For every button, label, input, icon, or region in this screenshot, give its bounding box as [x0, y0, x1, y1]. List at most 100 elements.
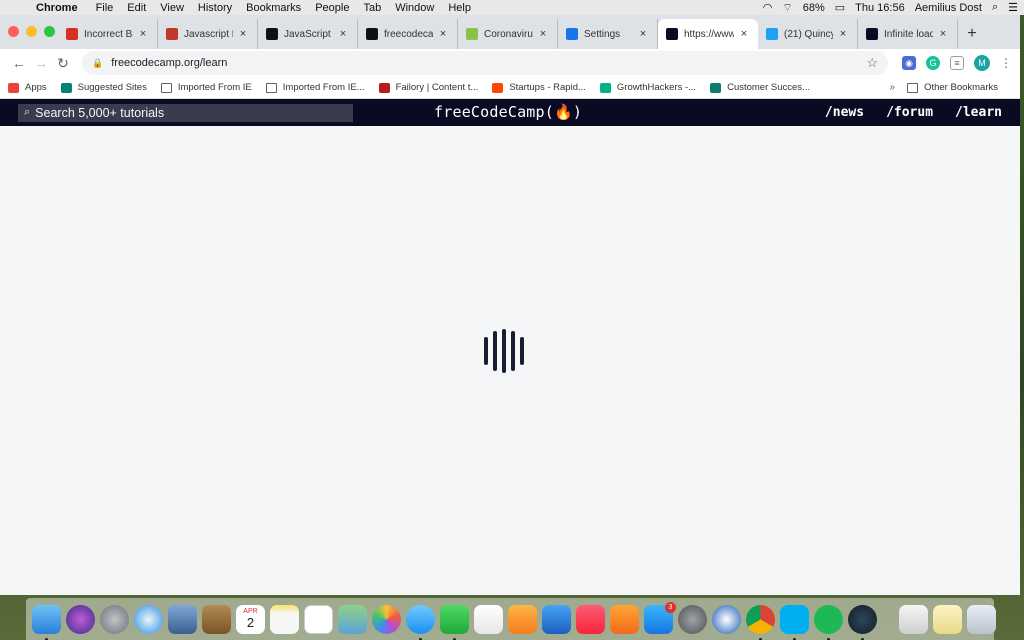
chevron-right-icon[interactable]: » — [890, 82, 896, 93]
clock[interactable]: Thu 16:56 — [855, 2, 905, 14]
bookmark-item[interactable]: Apps — [8, 82, 47, 93]
back-button[interactable]: ← — [8, 55, 30, 71]
browser-tab[interactable]: JavaScript Ea × — [258, 19, 358, 49]
app-store-icon[interactable]: 3 — [644, 601, 676, 634]
w-icon — [466, 28, 478, 40]
bookmark-item[interactable]: Failory | Content t... — [378, 82, 478, 93]
browser-tab[interactable]: (21) Quincy L × — [758, 19, 858, 49]
close-tab-icon[interactable]: × — [437, 28, 449, 40]
battery-percent[interactable]: 68% — [803, 2, 825, 14]
pages-icon[interactable] — [508, 604, 537, 634]
bookmark-label: Imported From IE — [177, 82, 252, 93]
photos-icon[interactable] — [372, 604, 401, 634]
launchpad-icon[interactable] — [100, 604, 129, 634]
forward-button[interactable]: → — [30, 55, 52, 71]
contacts-icon[interactable] — [202, 604, 231, 634]
menu-view[interactable]: View — [160, 2, 184, 14]
bookmark-star-icon[interactable]: ☆ — [866, 55, 878, 71]
skype-icon[interactable] — [780, 604, 809, 640]
bookmark-item[interactable]: Customer Succes... — [710, 82, 810, 93]
downloads-stack-icon[interactable] — [933, 604, 962, 634]
airplay-icon[interactable]: ◠ — [763, 1, 773, 14]
profile-avatar[interactable]: M — [974, 55, 990, 71]
chrome-icon[interactable] — [746, 604, 775, 640]
books-icon[interactable] — [610, 604, 639, 634]
maps-icon[interactable] — [338, 604, 367, 634]
notes-icon[interactable] — [270, 604, 299, 634]
nav-learn-link[interactable]: /learn — [955, 105, 1002, 120]
steam-icon[interactable] — [848, 604, 877, 640]
battery-icon[interactable]: ▭ — [835, 1, 845, 14]
mail-stamp-icon[interactable] — [168, 604, 197, 634]
system-preferences-icon[interactable] — [678, 604, 707, 634]
fcc-search-bar[interactable]: ⌕ Search 5,000+ tutorials — [18, 103, 353, 122]
music-icon[interactable] — [576, 604, 605, 634]
close-tab-icon[interactable]: × — [337, 28, 349, 40]
camera-extension-icon[interactable]: ◉ — [902, 56, 916, 70]
close-tab-icon[interactable]: × — [137, 28, 149, 40]
close-tab-icon[interactable]: × — [237, 28, 249, 40]
bookmark-item[interactable]: Suggested Sites — [60, 82, 147, 93]
close-tab-icon[interactable]: × — [537, 28, 549, 40]
menu-history[interactable]: History — [198, 2, 232, 14]
bookmark-label: Customer Succes... — [727, 82, 810, 93]
safari-icon[interactable] — [134, 604, 163, 634]
loader-bar — [502, 329, 506, 373]
wifi-icon[interactable]: ⌔ — [782, 1, 792, 15]
fcc-nav-links: /news /forum /learn — [825, 105, 1002, 120]
close-tab-icon[interactable]: × — [937, 28, 949, 40]
documents-stack-icon[interactable] — [899, 604, 928, 634]
calendar-icon[interactable]: APR 2 — [236, 604, 265, 634]
browser-tab[interactable]: Javascript Ea × — [158, 19, 258, 49]
finder-icon[interactable] — [32, 604, 61, 640]
menu-people[interactable]: People — [315, 2, 349, 14]
fcc-logo[interactable]: freeCodeCamp(🔥) — [434, 103, 582, 121]
menu-window[interactable]: Window — [395, 2, 434, 14]
nav-news-link[interactable]: /news — [825, 105, 864, 120]
reload-button[interactable]: ↻ — [52, 55, 74, 72]
minimize-window-button[interactable] — [26, 26, 37, 37]
browser-tab[interactable]: Settings × — [558, 19, 658, 49]
nav-forum-link[interactable]: /forum — [886, 105, 933, 120]
bookmark-item[interactable]: Imported From IE — [160, 82, 252, 93]
reading-list-icon[interactable]: ≡ — [950, 56, 964, 70]
bookmark-item[interactable]: GrowthHackers -... — [599, 82, 696, 93]
browser-tab[interactable]: freecodecam × — [358, 19, 458, 49]
menu-app-name[interactable]: Chrome — [36, 2, 78, 14]
user-name[interactable]: Aemilius Dost — [915, 2, 982, 14]
lock-icon[interactable]: 🔒 — [92, 58, 103, 69]
bookmark-item[interactable]: Imported From IE... — [265, 82, 365, 93]
grammarly-extension-icon[interactable]: G — [926, 56, 940, 70]
close-tab-icon[interactable]: × — [637, 28, 649, 40]
address-bar[interactable]: 🔒 freecodecamp.org/learn ☆ — [82, 51, 888, 75]
numbers-icon[interactable] — [474, 604, 503, 634]
apple-icon[interactable] — [14, 1, 26, 14]
zoom-window-button[interactable] — [44, 26, 55, 37]
other-bookmarks[interactable]: Other Bookmarks — [907, 82, 998, 93]
chrome-menu-icon[interactable]: ⋮ — [1000, 56, 1012, 70]
close-window-button[interactable] — [8, 26, 19, 37]
reminders-icon[interactable] — [304, 604, 333, 634]
trash-icon[interactable] — [967, 604, 996, 634]
browser-tab[interactable]: Infinite loadin × — [858, 19, 958, 49]
menu-file[interactable]: File — [96, 2, 114, 14]
keynote-icon[interactable] — [542, 604, 571, 634]
bookmark-item[interactable]: Startups - Rapid... — [492, 82, 586, 93]
browser-tab[interactable]: Coronavirus × — [458, 19, 558, 49]
self-service-icon[interactable] — [712, 604, 741, 634]
menu-tab[interactable]: Tab — [363, 2, 381, 14]
facetime-icon[interactable] — [440, 604, 469, 640]
notification-center-icon[interactable]: ☰ — [1008, 1, 1018, 14]
menu-bookmarks[interactable]: Bookmarks — [246, 2, 301, 14]
spotify-icon[interactable] — [814, 604, 843, 640]
close-tab-icon[interactable]: × — [738, 28, 750, 40]
siri-icon[interactable] — [66, 604, 95, 634]
menu-help[interactable]: Help — [448, 2, 471, 14]
spotlight-search-icon[interactable]: ⌕ — [992, 1, 998, 14]
browser-tab[interactable]: Incorrect Ban × — [58, 19, 158, 49]
menu-edit[interactable]: Edit — [127, 2, 146, 14]
close-tab-icon[interactable]: × — [837, 28, 849, 40]
browser-tab[interactable]: https://www.f × — [658, 19, 758, 49]
messages-icon[interactable] — [406, 604, 435, 640]
new-tab-button[interactable]: + — [958, 19, 986, 49]
